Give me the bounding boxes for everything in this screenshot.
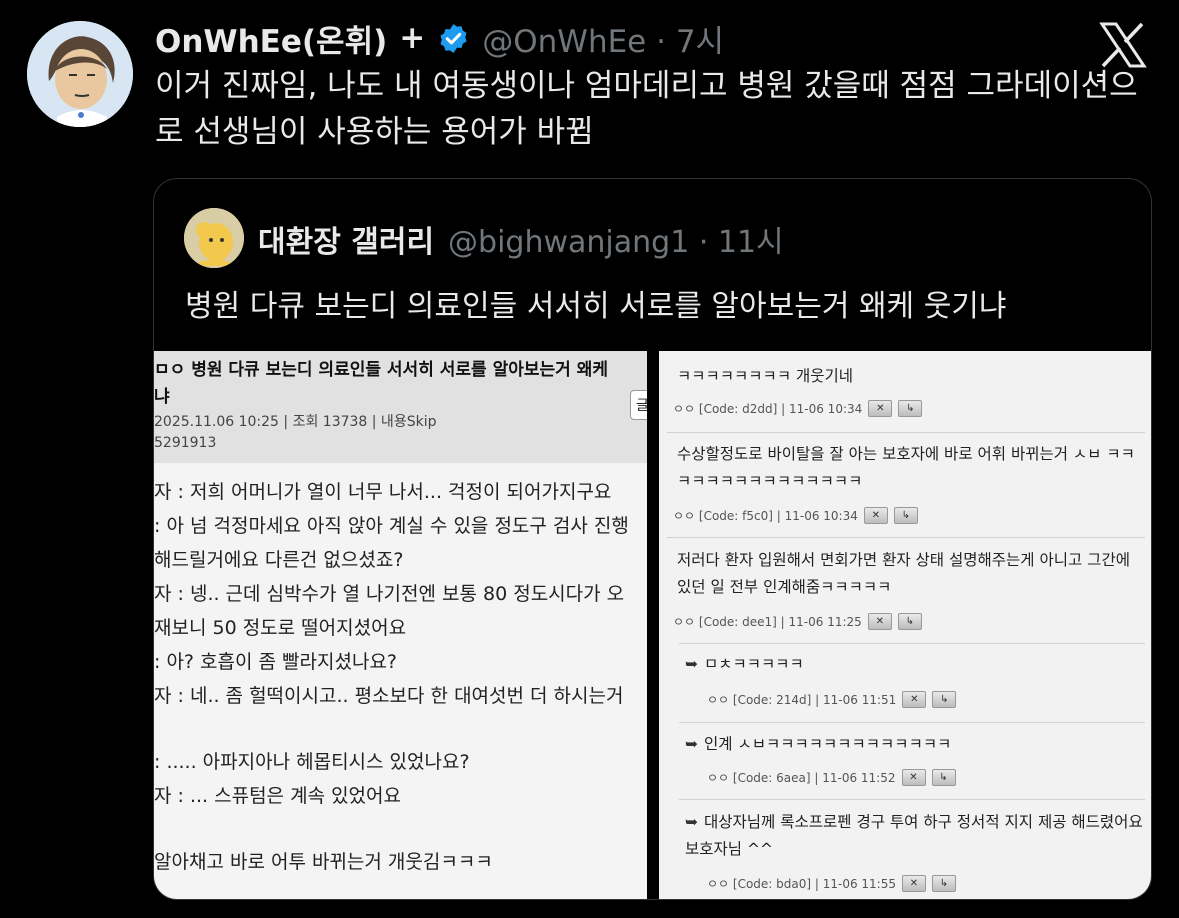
divider — [667, 537, 1145, 538]
delete-button: ✕ — [902, 691, 927, 708]
left-image[interactable]: ㅁㅇ 병원 다큐 보는디 의료인들 서서히 서로를 알아보는거 왜케 냐 202… — [154, 351, 647, 899]
reply-comment: ➥ 대상자님께 록소프로펜 경구 투여 하구 정서적 지지 제공 해드렸어요 보호… — [685, 809, 1145, 863]
comment-text: 인계 ㅅㅂㅋㅋㅋㅋㅋㅋㅋㅋㅋㅋㅋㅋㅋ — [704, 735, 952, 753]
comment-text: 대상자님께 록소프로펜 경구 투여 하구 정서적 지지 제공 해드렸어요 보호자… — [685, 813, 1143, 858]
reply-button: ↳ — [897, 613, 922, 630]
post-title-line2: 냐 — [154, 387, 170, 407]
comment-text: 수상할정도로 바이탈을 잘 아는 보호자에 바로 어휘 바뀌는거 ㅅㅂ ㅋㅋㅋㅋ… — [677, 445, 1135, 490]
reply-comment: ➥ ㅁㅊㅋㅋㅋㅋㅋ — [685, 651, 1151, 678]
post-header: ㅁㅇ 병원 다큐 보는디 의료인들 서서히 서로를 알아보는거 왜케 냐 202… — [154, 351, 647, 463]
reply-button: ↳ — [932, 691, 957, 708]
dialog-line: : 아? 호흡이 좀 빨라지셨나요? — [154, 651, 398, 673]
comment-meta: ㅇㅇ [Code: bda0] | 11-06 11:55 ✕ ↳ — [707, 875, 956, 892]
dialog-line: 알아채고 바로 어투 바뀌는거 개웃김ㅋㅋㅋ — [154, 851, 493, 873]
reply-comment: ➥ 인계 ㅅㅂㅋㅋㅋㅋㅋㅋㅋㅋㅋㅋㅋㅋㅋ — [685, 731, 1151, 758]
quote-author-name[interactable]: 대환장 갤러리 — [258, 217, 434, 261]
dialog-line: : ..... 아파지아나 헤몹티시스 있었나요? — [154, 751, 470, 773]
tweet-header: OnWhEe(온휘) + @OnWhEe · 7시 — [155, 16, 724, 61]
reply-arrow-icon: ➥ — [685, 655, 698, 673]
post-button: 글 — [630, 390, 647, 420]
quote-author-avatar[interactable] — [184, 208, 244, 268]
dialog-line: 해드릴거에요 다른건 없으셨죠? — [154, 549, 404, 571]
reply-button: ↳ — [931, 769, 956, 786]
comment-meta: ㅇㅇ [Code: d2dd] | 11-06 10:34 ✕ ↳ — [673, 400, 923, 417]
author-handle-time[interactable]: @OnWhEe · 7시 — [482, 16, 724, 61]
comment-meta-text: ㅇㅇ [Code: 214d] | 11-06 11:51 — [707, 693, 897, 707]
comment-meta-text: ㅇㅇ [Code: f5c0] | 11-06 10:34 — [673, 509, 858, 523]
author-avatar[interactable] — [27, 21, 133, 127]
delete-button: ✕ — [863, 507, 888, 524]
author-name[interactable]: OnWhEe(온휘) — [155, 16, 387, 61]
dialog-line: 자 : 네.. 좀 헐떡이시고.. 평소보다 한 대여섯번 더 하시는거 — [154, 685, 624, 707]
comment-meta: ㅇㅇ [Code: 214d] | 11-06 11:51 ✕ ↳ — [707, 691, 957, 708]
comment-meta: ㅇㅇ [Code: f5c0] | 11-06 10:34 ✕ ↳ — [673, 507, 918, 524]
dialog-line: : 아 넘 걱정마세요 아직 앉아 계실 수 있을 정도구 검사 진행 — [154, 515, 629, 537]
reply-button: ↳ — [898, 400, 923, 417]
comment-meta-text: ㅇㅇ [Code: d2dd] | 11-06 10:34 — [673, 402, 863, 416]
post-meta: 2025.11.06 10:25 | 조회 13738 | 내용Skip — [154, 414, 437, 430]
verified-badge-icon — [437, 22, 470, 55]
dialog-line: 자 : 넹.. 근데 심박수가 열 나기전엔 보통 80 정도시다가 오 — [154, 583, 625, 605]
delete-button: ✕ — [901, 769, 926, 786]
plus-mark: + — [399, 20, 426, 56]
delete-button: ✕ — [902, 875, 926, 892]
divider — [679, 643, 1145, 644]
comment-meta: ㅇㅇ [Code: dee1] | 11-06 11:25 ✕ ↳ — [673, 613, 922, 630]
reply-arrow-icon: ➥ — [685, 813, 698, 831]
right-image[interactable]: ㅋㅋㅋㅋㅋㅋㅋㅋ 개웃기네 ㅇㅇ [Code: d2dd] | 11-06 10… — [659, 351, 1151, 899]
delete-button: ✕ — [867, 613, 892, 630]
tweet-text: 이거 진짜임, 나도 내 여동생이나 엄마데리고 병원 갔을때 점점 그라데이션… — [155, 68, 1138, 150]
divider — [679, 722, 1145, 723]
post-title-line1: ㅁㅇ 병원 다큐 보는디 의료인들 서서히 서로를 알아보는거 왜케 — [154, 360, 608, 380]
quote-header: 대환장 갤러리 @bighwanjang1 · 11시 — [258, 217, 784, 261]
post-id: 5291913 — [154, 435, 217, 451]
comment-text: ㅋㅋㅋㅋㅋㅋㅋㅋ 개웃기네 — [677, 367, 854, 385]
dialog-line: 자 : ... 스퓨텀은 계속 있었어요 — [154, 785, 401, 807]
divider — [679, 799, 1145, 800]
comment-meta-text: ㅇㅇ [Code: dee1] | 11-06 11:25 — [673, 615, 862, 629]
comment-meta-text: ㅇㅇ [Code: 6aea] | 11-06 11:52 — [707, 771, 896, 785]
dialog-line: 자 : 저희 어머니가 열이 너무 나서... 걱정이 되어가지구요 — [154, 481, 612, 503]
comment-text: ㅁㅊㅋㅋㅋㅋㅋ — [704, 655, 804, 673]
quote-images[interactable]: ㅁㅇ 병원 다큐 보는디 의료인들 서서히 서로를 알아보는거 왜케 냐 202… — [154, 351, 1151, 899]
comment-meta: ㅇㅇ [Code: 6aea] | 11-06 11:52 ✕ ↳ — [707, 769, 956, 786]
divider — [667, 432, 1145, 433]
dialog-line: 재보니 50 정도로 떨어지셨어요 — [154, 617, 407, 639]
quoted-tweet[interactable]: 대환장 갤러리 @bighwanjang1 · 11시 병원 다큐 보는디 의료… — [153, 178, 1152, 900]
reply-arrow-icon: ➥ — [685, 735, 698, 753]
quote-text: 병원 다큐 보는디 의료인들 서서히 서로를 알아보는거 왜케 웃기냐 — [185, 289, 1007, 324]
quote-handle-time[interactable]: @bighwanjang1 · 11시 — [448, 217, 784, 261]
comment-meta-text: ㅇㅇ [Code: bda0] | 11-06 11:55 — [707, 877, 896, 891]
reply-button: ↳ — [932, 875, 956, 892]
reply-button: ↳ — [893, 507, 918, 524]
comment-text: 저러다 환자 입원해서 면회가면 환자 상태 설명해주는게 아니고 그간에 있던… — [677, 551, 1130, 596]
delete-button: ✕ — [868, 400, 893, 417]
